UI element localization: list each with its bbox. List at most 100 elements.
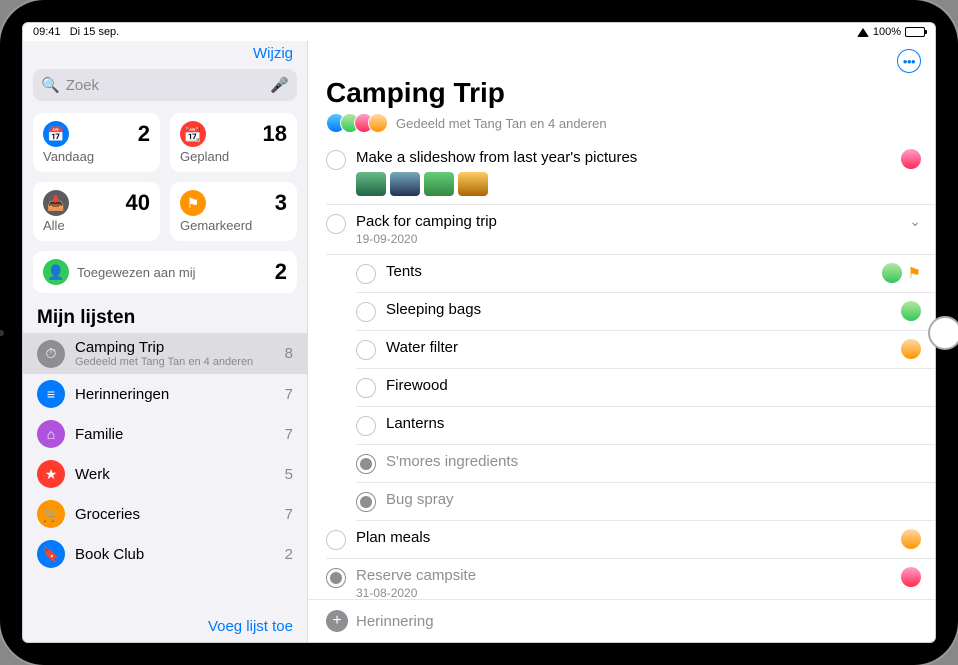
plus-icon: + xyxy=(326,610,348,632)
search-icon: 🔍 xyxy=(41,76,60,94)
battery-percent: 100% xyxy=(873,26,901,38)
reminder-title: S'mores ingredients xyxy=(386,453,911,470)
reminder-title: Lanterns xyxy=(386,415,911,432)
reminder-title: Make a slideshow from last year's pictur… xyxy=(356,149,891,166)
my-lists-header: Mijn lijsten xyxy=(23,299,307,333)
battery-icon xyxy=(905,27,925,37)
checkbox[interactable] xyxy=(356,416,376,436)
checkbox[interactable] xyxy=(356,340,376,360)
card-today-count: 2 xyxy=(138,121,150,147)
reminder-row[interactable]: Plan meals xyxy=(326,521,935,559)
lists-container: ⏱ Camping Trip Gedeeld met Tang Tan en 4… xyxy=(23,333,307,614)
reminder-title: Bug spray xyxy=(386,491,911,508)
card-scheduled-label: Gepland xyxy=(180,149,287,164)
reminder-row[interactable]: Firewood xyxy=(356,369,935,407)
list-name: Herinneringen xyxy=(75,386,275,403)
new-reminder-label: Herinnering xyxy=(356,613,434,630)
card-assigned[interactable]: 👤 Toegewezen aan mij 2 xyxy=(33,251,297,293)
reminder-row[interactable]: S'mores ingredients xyxy=(356,445,935,483)
checkbox[interactable] xyxy=(326,568,346,588)
reminder-row[interactable]: Water filter xyxy=(356,331,935,369)
reminder-date: 31-08-2020 xyxy=(356,586,891,599)
list-name: Groceries xyxy=(75,506,275,523)
list-icon: ≡ xyxy=(37,380,65,408)
checkbox[interactable] xyxy=(356,378,376,398)
reminder-title: Plan meals xyxy=(356,529,891,546)
list-count: 5 xyxy=(285,466,293,483)
assignee-avatar xyxy=(901,301,921,321)
list-item[interactable]: ≡ Herinneringen 7 xyxy=(23,374,307,414)
mic-icon[interactable]: 🎤 xyxy=(270,76,289,94)
checkbox[interactable] xyxy=(356,264,376,284)
reminder-row[interactable]: Bug spray xyxy=(356,483,935,521)
list-name: Book Club xyxy=(75,546,275,563)
list-item[interactable]: 🔖 Book Club 2 xyxy=(23,534,307,574)
sidebar: Wijzig 🔍 Zoek 🎤 📅 2 Vandaag xyxy=(23,41,308,642)
person-icon: 👤 xyxy=(43,259,69,285)
assignee-avatar xyxy=(901,339,921,359)
new-reminder-button[interactable]: + Herinnering xyxy=(308,599,935,642)
card-today-label: Vandaag xyxy=(43,149,150,164)
list-count: 7 xyxy=(285,386,293,403)
checkbox[interactable] xyxy=(326,150,346,170)
reminder-row[interactable]: Make a slideshow from last year's pictur… xyxy=(326,141,935,205)
search-placeholder: Zoek xyxy=(66,77,99,94)
card-scheduled[interactable]: 📆 18 Gepland xyxy=(170,113,297,172)
checkbox[interactable] xyxy=(326,530,346,550)
card-all-count: 40 xyxy=(126,190,150,216)
list-count: 7 xyxy=(285,426,293,443)
reminder-row[interactable]: Reserve campsite 31-08-2020 xyxy=(326,559,935,599)
list-name: Familie xyxy=(75,426,275,443)
list-icon: ⏱ xyxy=(37,340,65,368)
list-icon: ★ xyxy=(37,460,65,488)
list-title: Camping Trip xyxy=(308,73,935,111)
reminder-row[interactable]: Sleeping bags xyxy=(356,293,935,331)
shared-label: Gedeeld met Tang Tan en 4 anderen xyxy=(396,116,607,131)
list-icon: ⌂ xyxy=(37,420,65,448)
card-assigned-count: 2 xyxy=(275,259,287,285)
reminder-title: Reserve campsite xyxy=(356,567,891,584)
card-all[interactable]: 📥 40 Alle xyxy=(33,182,160,241)
inbox-icon: 📥 xyxy=(43,190,69,216)
list-count: 7 xyxy=(285,506,293,523)
card-flagged-count: 3 xyxy=(275,190,287,216)
card-flagged[interactable]: ⚑ 3 Gemarkeerd xyxy=(170,182,297,241)
home-button[interactable] xyxy=(928,316,958,350)
chevron-down-icon[interactable]: ⌄ xyxy=(909,213,921,230)
calendar-grid-icon: 📆 xyxy=(180,121,206,147)
list-item[interactable]: ⏱ Camping Trip Gedeeld met Tang Tan en 4… xyxy=(23,333,307,374)
flag-icon: ⚑ xyxy=(180,190,206,216)
card-scheduled-count: 18 xyxy=(263,121,287,147)
shared-with-row[interactable]: Gedeeld met Tang Tan en 4 anderen xyxy=(308,111,935,141)
avatar-stack xyxy=(326,113,388,133)
card-assigned-label: Toegewezen aan mij xyxy=(77,265,196,280)
reminder-row[interactable]: Pack for camping trip 19-09-2020 ⌄ xyxy=(326,205,935,255)
more-button[interactable]: ••• xyxy=(897,49,921,73)
add-list-button[interactable]: Voeg lijst toe xyxy=(208,618,293,635)
edit-button[interactable]: Wijzig xyxy=(253,45,293,62)
assignee-avatar xyxy=(901,149,921,169)
card-flagged-label: Gemarkeerd xyxy=(180,218,287,233)
list-item[interactable]: 🛒 Groceries 7 xyxy=(23,494,307,534)
card-all-label: Alle xyxy=(43,218,150,233)
card-today[interactable]: 📅 2 Vandaag xyxy=(33,113,160,172)
checkbox[interactable] xyxy=(356,492,376,512)
reminder-row[interactable]: Tents ⚑ xyxy=(356,255,935,293)
list-subtitle: Gedeeld met Tang Tan en 4 anderen xyxy=(75,356,275,368)
status-bar: 09:41 Di 15 sep. 100% xyxy=(23,23,935,41)
checkbox[interactable] xyxy=(356,454,376,474)
camera-sensor xyxy=(0,330,4,336)
main-panel: ••• Camping Trip Gedeeld met Tang Tan en… xyxy=(308,41,935,642)
attachment-thumbs[interactable] xyxy=(356,172,891,196)
list-item[interactable]: ⌂ Familie 7 xyxy=(23,414,307,454)
list-name: Camping Trip xyxy=(75,339,275,356)
checkbox[interactable] xyxy=(326,214,346,234)
checkbox[interactable] xyxy=(356,302,376,322)
wifi-icon xyxy=(857,28,869,37)
reminder-row[interactable]: Lanterns xyxy=(356,407,935,445)
list-item[interactable]: ★ Werk 5 xyxy=(23,454,307,494)
assignee-avatar xyxy=(882,263,902,283)
status-date: Di 15 sep. xyxy=(70,26,120,38)
reminder-title: Sleeping bags xyxy=(386,301,891,318)
search-input[interactable]: 🔍 Zoek 🎤 xyxy=(33,69,297,101)
